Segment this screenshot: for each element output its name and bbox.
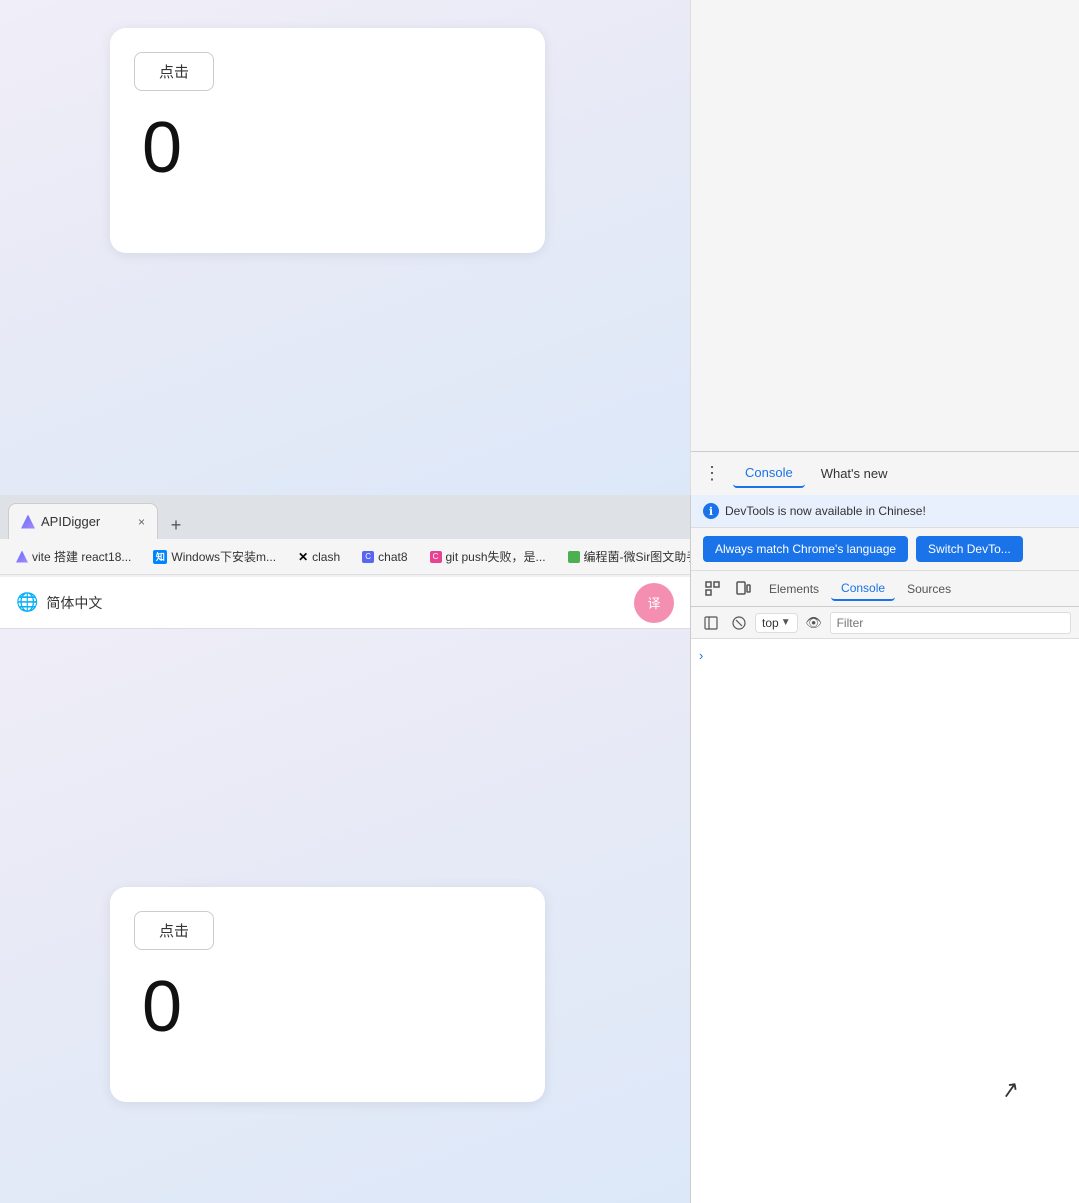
bookmark-label-gitpush: git push失败，是... bbox=[446, 548, 546, 565]
switch-devtools-button[interactable]: Switch DevTo... bbox=[916, 536, 1023, 562]
cursor-pointer-icon: ↗ bbox=[998, 1076, 1021, 1105]
bookmark-label-zhihu: Windows下安装m... bbox=[171, 548, 276, 565]
device-toolbar-icon[interactable] bbox=[729, 575, 757, 603]
tab-elements[interactable]: Elements bbox=[759, 578, 829, 600]
tab-favicon bbox=[21, 515, 35, 529]
bookmark-favicon-zhihu: 知 bbox=[153, 550, 167, 564]
bookmark-biancheng[interactable]: 编程菌-微Sir图文助手 bbox=[560, 545, 690, 568]
console-prompt-arrow[interactable]: › bbox=[699, 648, 703, 663]
devtools-top-tabs: ⋮ Console What's new bbox=[691, 451, 1079, 495]
tab-close-button[interactable]: × bbox=[138, 515, 145, 529]
active-tab[interactable]: APIDigger × bbox=[8, 503, 158, 539]
devtools-main-panel: ℹ DevTools is now available in Chinese! … bbox=[690, 495, 1079, 1203]
counter-top: 0 bbox=[142, 107, 521, 189]
tab-console[interactable]: Console bbox=[831, 577, 895, 601]
bookmark-clash[interactable]: ✕ clash bbox=[290, 547, 348, 567]
clear-console-icon[interactable] bbox=[727, 611, 751, 635]
devtools-menu-icon[interactable]: ⋮ bbox=[703, 463, 721, 484]
bookmark-vite[interactable]: vite 搭建 react18... bbox=[8, 545, 139, 568]
click-button-bottom[interactable]: 点击 bbox=[134, 911, 214, 950]
bookmark-favicon-chat8: C bbox=[362, 551, 374, 563]
dropdown-arrow-icon: ▼ bbox=[781, 617, 791, 628]
tab-whatsnew-top[interactable]: What's new bbox=[809, 460, 900, 487]
top-context-dropdown[interactable]: top ▼ bbox=[755, 613, 798, 633]
globe-icon: 🌐 bbox=[16, 592, 38, 613]
notification-text: DevTools is now available in Chinese! bbox=[725, 504, 926, 518]
browser-top-area: 点击 0 bbox=[0, 0, 690, 495]
bookmark-label-biancheng: 编程菌-微Sir图文助手 bbox=[584, 548, 690, 565]
sidebar-toggle-icon[interactable] bbox=[699, 611, 723, 635]
translation-language-text: 简体中文 bbox=[46, 593, 102, 613]
card-top: 点击 0 bbox=[110, 28, 545, 253]
devtools-notification-bar: ℹ DevTools is now available in Chinese! bbox=[691, 495, 1079, 528]
bookmark-label-chat8: chat8 bbox=[378, 550, 407, 564]
bookmark-zhihu[interactable]: 知 Windows下安装m... bbox=[145, 545, 284, 568]
bookmark-favicon-vite bbox=[16, 551, 28, 563]
devtools-filter-bar: top ▼ 👁 bbox=[691, 607, 1079, 639]
filter-input[interactable] bbox=[830, 612, 1071, 634]
counter-bottom: 0 bbox=[142, 966, 521, 1048]
info-icon: ℹ bbox=[703, 503, 719, 519]
bookmark-chat8[interactable]: C chat8 bbox=[354, 547, 415, 567]
eye-filter-icon[interactable]: 👁 bbox=[802, 611, 826, 635]
bookmark-label-clash: clash bbox=[312, 550, 340, 564]
card-bottom: 点击 0 bbox=[110, 887, 545, 1102]
bookmarks-bar: vite 搭建 react18... 知 Windows下安装m... ✕ cl… bbox=[0, 539, 690, 575]
match-language-button[interactable]: Always match Chrome's language bbox=[703, 536, 908, 562]
click-button-top[interactable]: 点击 bbox=[134, 52, 214, 91]
bookmark-gitpush[interactable]: C git push失败，是... bbox=[422, 545, 554, 568]
new-tab-button[interactable]: + bbox=[162, 511, 190, 539]
tab-bar: APIDigger × + bbox=[0, 495, 690, 539]
tab-title: APIDigger bbox=[41, 514, 100, 529]
tab-console-top[interactable]: Console bbox=[733, 459, 805, 488]
browser-content-area: 🌐 简体中文 译 点击 0 bbox=[0, 577, 690, 1203]
devtools-console-area: › bbox=[691, 639, 1079, 1203]
tab-sources[interactable]: Sources bbox=[897, 578, 961, 600]
devtools-language-buttons: Always match Chrome's language Switch De… bbox=[691, 528, 1079, 571]
bookmark-favicon-gitpush: C bbox=[430, 551, 442, 563]
bookmark-favicon-clash: ✕ bbox=[298, 550, 308, 564]
inspect-element-icon[interactable] bbox=[699, 575, 727, 603]
translation-toolbar: 🌐 简体中文 译 bbox=[0, 577, 690, 629]
top-dropdown-label: top bbox=[762, 616, 779, 630]
translate-button[interactable]: 译 bbox=[634, 583, 674, 623]
bookmark-label-vite: vite 搭建 react18... bbox=[32, 548, 131, 565]
devtools-panel-tabs: Elements Console Sources bbox=[691, 571, 1079, 607]
devtools-top-panel: ⋮ Console What's new bbox=[690, 0, 1079, 495]
bookmark-favicon-biancheng bbox=[568, 551, 580, 563]
